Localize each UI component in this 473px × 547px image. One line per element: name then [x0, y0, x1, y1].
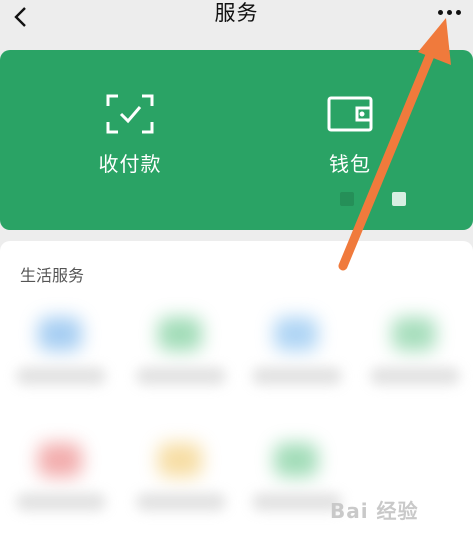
- wallet-panel: 收付款 钱包: [0, 50, 473, 230]
- service-tile[interactable]: [136, 443, 226, 523]
- receive-pay-button[interactable]: 收付款: [70, 94, 190, 177]
- more-button[interactable]: [432, 0, 466, 24]
- blurred-label: [252, 367, 342, 385]
- feature-label: 钱包: [329, 152, 371, 176]
- service-tile[interactable]: [16, 443, 106, 523]
- dot-icon: [437, 9, 443, 15]
- navigation-bar: 服务: [0, 0, 473, 44]
- blurred-label: [16, 493, 106, 511]
- blurred-label: [370, 367, 460, 385]
- service-icon: [38, 443, 82, 477]
- blurred-label: [252, 493, 342, 511]
- page-dot: [340, 192, 354, 206]
- feature-label: 收付款: [98, 152, 162, 176]
- wallet-button[interactable]: 钱包: [290, 94, 410, 177]
- service-tile[interactable]: [370, 317, 460, 397]
- blurred-label: [136, 493, 226, 511]
- service-tile[interactable]: [252, 443, 342, 523]
- page-dot-active: [392, 192, 406, 206]
- service-tile[interactable]: [252, 317, 342, 397]
- page-title: 服务: [214, 1, 259, 25]
- qr-scan-icon: [106, 94, 154, 134]
- wallet-icon: [327, 96, 373, 132]
- service-icon: [38, 317, 82, 351]
- service-icon: [274, 317, 318, 351]
- dot-icon: [446, 9, 452, 15]
- service-tile[interactable]: [136, 317, 226, 397]
- service-icon: [158, 443, 202, 477]
- service-tile[interactable]: [16, 317, 106, 397]
- section-heading: 生活服务: [20, 266, 85, 285]
- dot-icon: [455, 9, 461, 15]
- service-icon: [158, 317, 202, 351]
- baidu-watermark: Bai 经验: [330, 499, 419, 523]
- service-icon: [392, 317, 436, 351]
- blurred-label: [136, 367, 226, 385]
- service-icon: [274, 443, 318, 477]
- page-indicator: [340, 192, 406, 206]
- blurred-label: [16, 367, 106, 385]
